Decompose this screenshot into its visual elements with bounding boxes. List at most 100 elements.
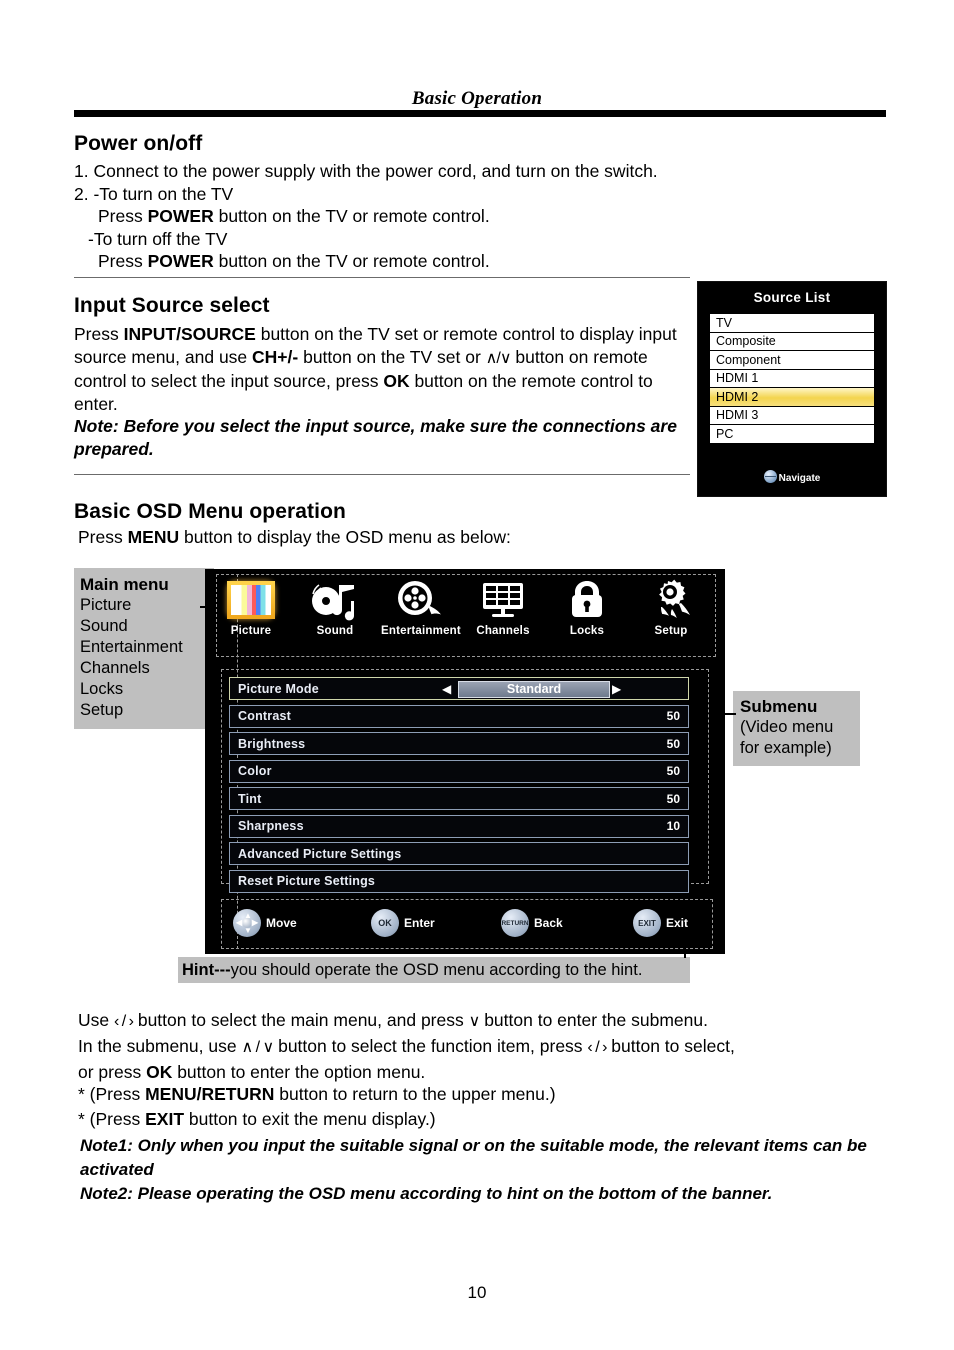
film-reel-icon — [381, 577, 457, 623]
u2c: button to select the function item, pres… — [273, 1036, 588, 1056]
star-note-2: * (Press EXIT button to exit the menu di… — [78, 1107, 878, 1132]
annotation-main-menu-item-picture: Picture — [80, 596, 132, 614]
source-list-items: TV Composite Component HDMI 1 HDMI 2 HDM… — [710, 314, 874, 444]
source-item-hdmi-3[interactable]: HDMI 3 — [710, 406, 874, 425]
osd-icon-sound[interactable]: Sound — [297, 577, 373, 637]
isp-d: CH+/- — [252, 346, 299, 367]
power-heading: Power on/off — [74, 132, 203, 155]
osd-row-tint[interactable]: Tint 50 — [229, 787, 689, 810]
updown-arrow-icon-2: ∧ / ∨ — [241, 1039, 274, 1056]
osd-icon-sound-label: Sound — [316, 625, 354, 637]
power-line-5-post: button on the TV or remote control. — [213, 251, 490, 271]
osd-hint-enter-label: Enter — [404, 916, 435, 930]
osd-row-brightness[interactable]: Brightness 50 — [229, 732, 689, 755]
osd-row-sharpness[interactable]: Sharpness 10 — [229, 814, 689, 838]
source-list-panel: Source List TV Composite Component HDMI … — [697, 281, 887, 497]
osd-row-color-label: Color — [238, 764, 272, 778]
osd-row-picture-mode-value[interactable]: Standard — [458, 681, 610, 698]
annotation-main-menu-title: Main menu — [80, 575, 169, 594]
osd-icon-entertainment[interactable]: Entertainment — [381, 577, 461, 637]
osd-hint-back-label: Back — [534, 916, 563, 930]
annotation-submenu-line1: (Video menu — [740, 718, 834, 736]
gear-wrench-icon — [633, 577, 709, 623]
annotation-submenu-line2: for example) — [740, 739, 832, 757]
osd-row-picture-mode-label: Picture Mode — [238, 681, 319, 696]
s1a: * (Press — [78, 1084, 146, 1104]
osd-icon-channels[interactable]: Channels — [465, 577, 541, 637]
osd-row-advanced-picture-settings[interactable]: Advanced Picture Settings — [229, 842, 689, 865]
osd-icon-locks-label: Locks — [569, 625, 605, 637]
osd-menu-section: Basic OSD Menu operation Press MENU butt… — [74, 500, 774, 549]
osd-intro: Press MENU button to display the OSD men… — [74, 526, 774, 549]
source-item-pc[interactable]: PC — [710, 425, 874, 444]
s1c: button to return to the upper menu.) — [274, 1084, 556, 1104]
osd-row-advanced-picture-settings-label: Advanced Picture Settings — [238, 846, 402, 861]
u2a: In the submenu, use — [78, 1036, 242, 1056]
source-item-hdmi-2[interactable]: HDMI 2 — [710, 388, 874, 407]
right-arrow-icon[interactable]: ▶ — [612, 682, 621, 696]
osd-hint-exit-label: Exit — [666, 916, 689, 930]
annotation-hint-bold: Hint--- — [182, 961, 231, 979]
power-line-4: -To turn off the TV — [88, 228, 228, 249]
s2b: EXIT — [145, 1109, 185, 1129]
osd-row-reset-picture-settings-label: Reset Picture Settings — [238, 874, 376, 888]
tv-grid-icon — [465, 577, 541, 623]
sound-disc-note-icon — [297, 577, 373, 623]
bottom-notes: Note1: Only when you input the suitable … — [80, 1134, 890, 1206]
osd-hint-bar: ▲ ▼ ◀ ▶ Move OK Enter RETURN Back EXIT Exit — [229, 905, 699, 945]
annotation-submenu: Submenu (Video menu for example) — [733, 691, 860, 766]
navigate-label: Navigate — [778, 473, 821, 484]
power-line-3-bold: POWER — [147, 206, 214, 226]
osd-row-reset-picture-settings[interactable]: Reset Picture Settings — [229, 869, 689, 893]
osd-row-picture-mode[interactable]: Picture Mode ◀ Standard ▶ — [229, 677, 689, 700]
osd-icon-setup[interactable]: Setup — [633, 577, 709, 637]
document-page: Basic Operation Power on/off 1. Connect … — [0, 0, 954, 1350]
isp-e: button on the TV set or — [298, 346, 486, 367]
left-arrow-icon[interactable]: ◀ — [442, 682, 451, 696]
osd-row-contrast-value: 50 — [666, 709, 680, 723]
annotation-main-menu: Main menu Picture Sound Entertainment Ch… — [74, 568, 214, 729]
osd-main-icon-row: Picture Sound Entertainment Channels Loc… — [205, 577, 725, 655]
u1a: Use — [78, 1010, 114, 1030]
s2a: * (Press — [78, 1109, 146, 1129]
power-line-3-post: button on the TV or remote control. — [213, 206, 490, 226]
star-note-1: * (Press MENU/RETURN button to return to… — [78, 1082, 878, 1107]
u3b: OK — [146, 1062, 173, 1082]
s1b: MENU/RETURN — [145, 1084, 275, 1104]
input-source-heading: Input Source select — [74, 294, 270, 317]
usage-instructions: Use ‹ / › button to select the main menu… — [78, 1008, 878, 1084]
input-source-paragraph: Press INPUT/SOURCE button on the TV set … — [74, 323, 694, 415]
power-line-3-pre: Press — [98, 206, 148, 226]
u3c: button to enter the option menu. — [172, 1062, 426, 1082]
page-header-title: Basic Operation — [411, 88, 543, 109]
source-item-component[interactable]: Component — [710, 351, 874, 370]
osd-row-color-value: 50 — [666, 764, 680, 778]
osd-icon-picture-label: Picture — [230, 625, 272, 637]
leftright-arrow-icon: ‹ / › — [113, 1013, 134, 1030]
source-item-tv[interactable]: TV — [710, 314, 874, 333]
input-source-note: Note: Before you select the input source… — [74, 416, 677, 459]
return-key-icon: RETURN — [501, 909, 529, 937]
osd-icon-picture[interactable]: Picture — [213, 577, 289, 637]
source-list-title: Source List — [753, 290, 831, 305]
annotation-hint: Hint---you should operate the OSD menu a… — [178, 957, 690, 983]
u1c: button to select the main menu, and pres… — [132, 1010, 469, 1030]
annotation-main-menu-item-entertainment: Entertainment — [80, 638, 183, 656]
usage-line-3: or press OK button to enter the option m… — [78, 1060, 878, 1084]
osd-icon-locks[interactable]: Locks — [549, 577, 625, 637]
osd-row-sharpness-value: 10 — [666, 819, 680, 833]
annotation-hint-text: you should operate the OSD menu accordin… — [230, 961, 643, 979]
down-arrow-icon: ∨ — [468, 1013, 481, 1030]
annotation-main-menu-item-setup: Setup — [80, 701, 124, 719]
osd-row-color[interactable]: Color 50 — [229, 759, 689, 783]
source-item-composite[interactable]: Composite — [710, 332, 874, 351]
source-item-hdmi-1[interactable]: HDMI 1 — [710, 369, 874, 388]
u3a: or press — [78, 1062, 147, 1082]
osd-row-contrast[interactable]: Contrast 50 — [229, 704, 689, 728]
section-divider-2 — [74, 474, 690, 475]
header-rule — [74, 110, 886, 117]
page-number: 10 — [467, 1283, 487, 1302]
u1e: button to enter the submenu. — [479, 1010, 708, 1030]
padlock-icon — [549, 577, 625, 623]
osd-heading: Basic OSD Menu operation — [74, 500, 346, 523]
